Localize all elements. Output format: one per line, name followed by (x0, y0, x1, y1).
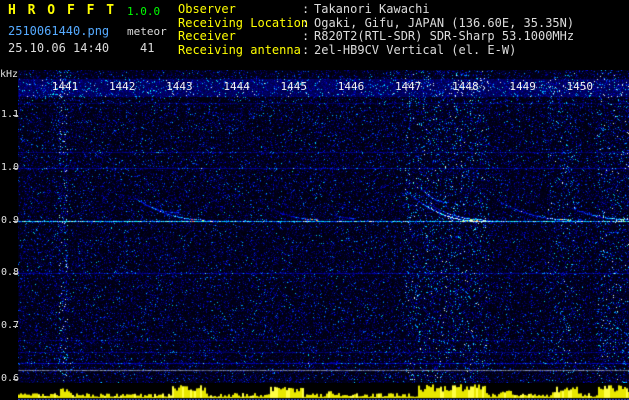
spectrogram-canvas (18, 70, 629, 383)
app-version: 1.0.0 (127, 5, 161, 18)
info-value: Takanori Kawachi (314, 2, 430, 16)
hrofft-window: H R O F F T 1.0.0 2510061440.png meteor … (0, 0, 629, 400)
activity-bar-canvas (18, 383, 629, 400)
info-label: Observer (178, 2, 236, 16)
mode-label: meteor (127, 25, 167, 38)
timestamp: 25.10.06 14:40 (8, 41, 110, 55)
output-filename: 2510061440.png (8, 24, 110, 38)
freq-tick-label: 0.6 (1, 373, 20, 384)
echo-count: 41 (140, 41, 155, 55)
freq-tick-label: 0.7 (1, 320, 20, 332)
info-row: Receiver : R820T2(RTL-SDR) SDR-Sharp 53.… (178, 30, 574, 43)
info-row: Observer : Takanori Kawachi (178, 3, 430, 16)
info-value: 2el-HB9CV Vertical (el. E-W) (314, 43, 517, 57)
info-label: Receiver (178, 29, 236, 43)
info-separator: : (302, 2, 310, 16)
info-separator: : (302, 29, 310, 43)
freq-tick-label: 1.0 (1, 161, 20, 173)
info-value: R820T2(RTL-SDR) SDR-Sharp 53.1000MHz (314, 29, 575, 43)
freq-axis-unit: kHz (0, 69, 19, 80)
info-separator: : (302, 43, 310, 57)
info-row: Receiving antenna : 2el-HB9CV Vertical (… (178, 44, 516, 57)
freq-tick-label: 0.8 (1, 267, 20, 279)
freq-tick-label: 0.9 (1, 214, 20, 226)
info-label: Receiving antenna (178, 43, 301, 57)
app-title: H R O F F T (8, 3, 117, 18)
freq-tick-label: 1.1 (1, 109, 20, 120)
